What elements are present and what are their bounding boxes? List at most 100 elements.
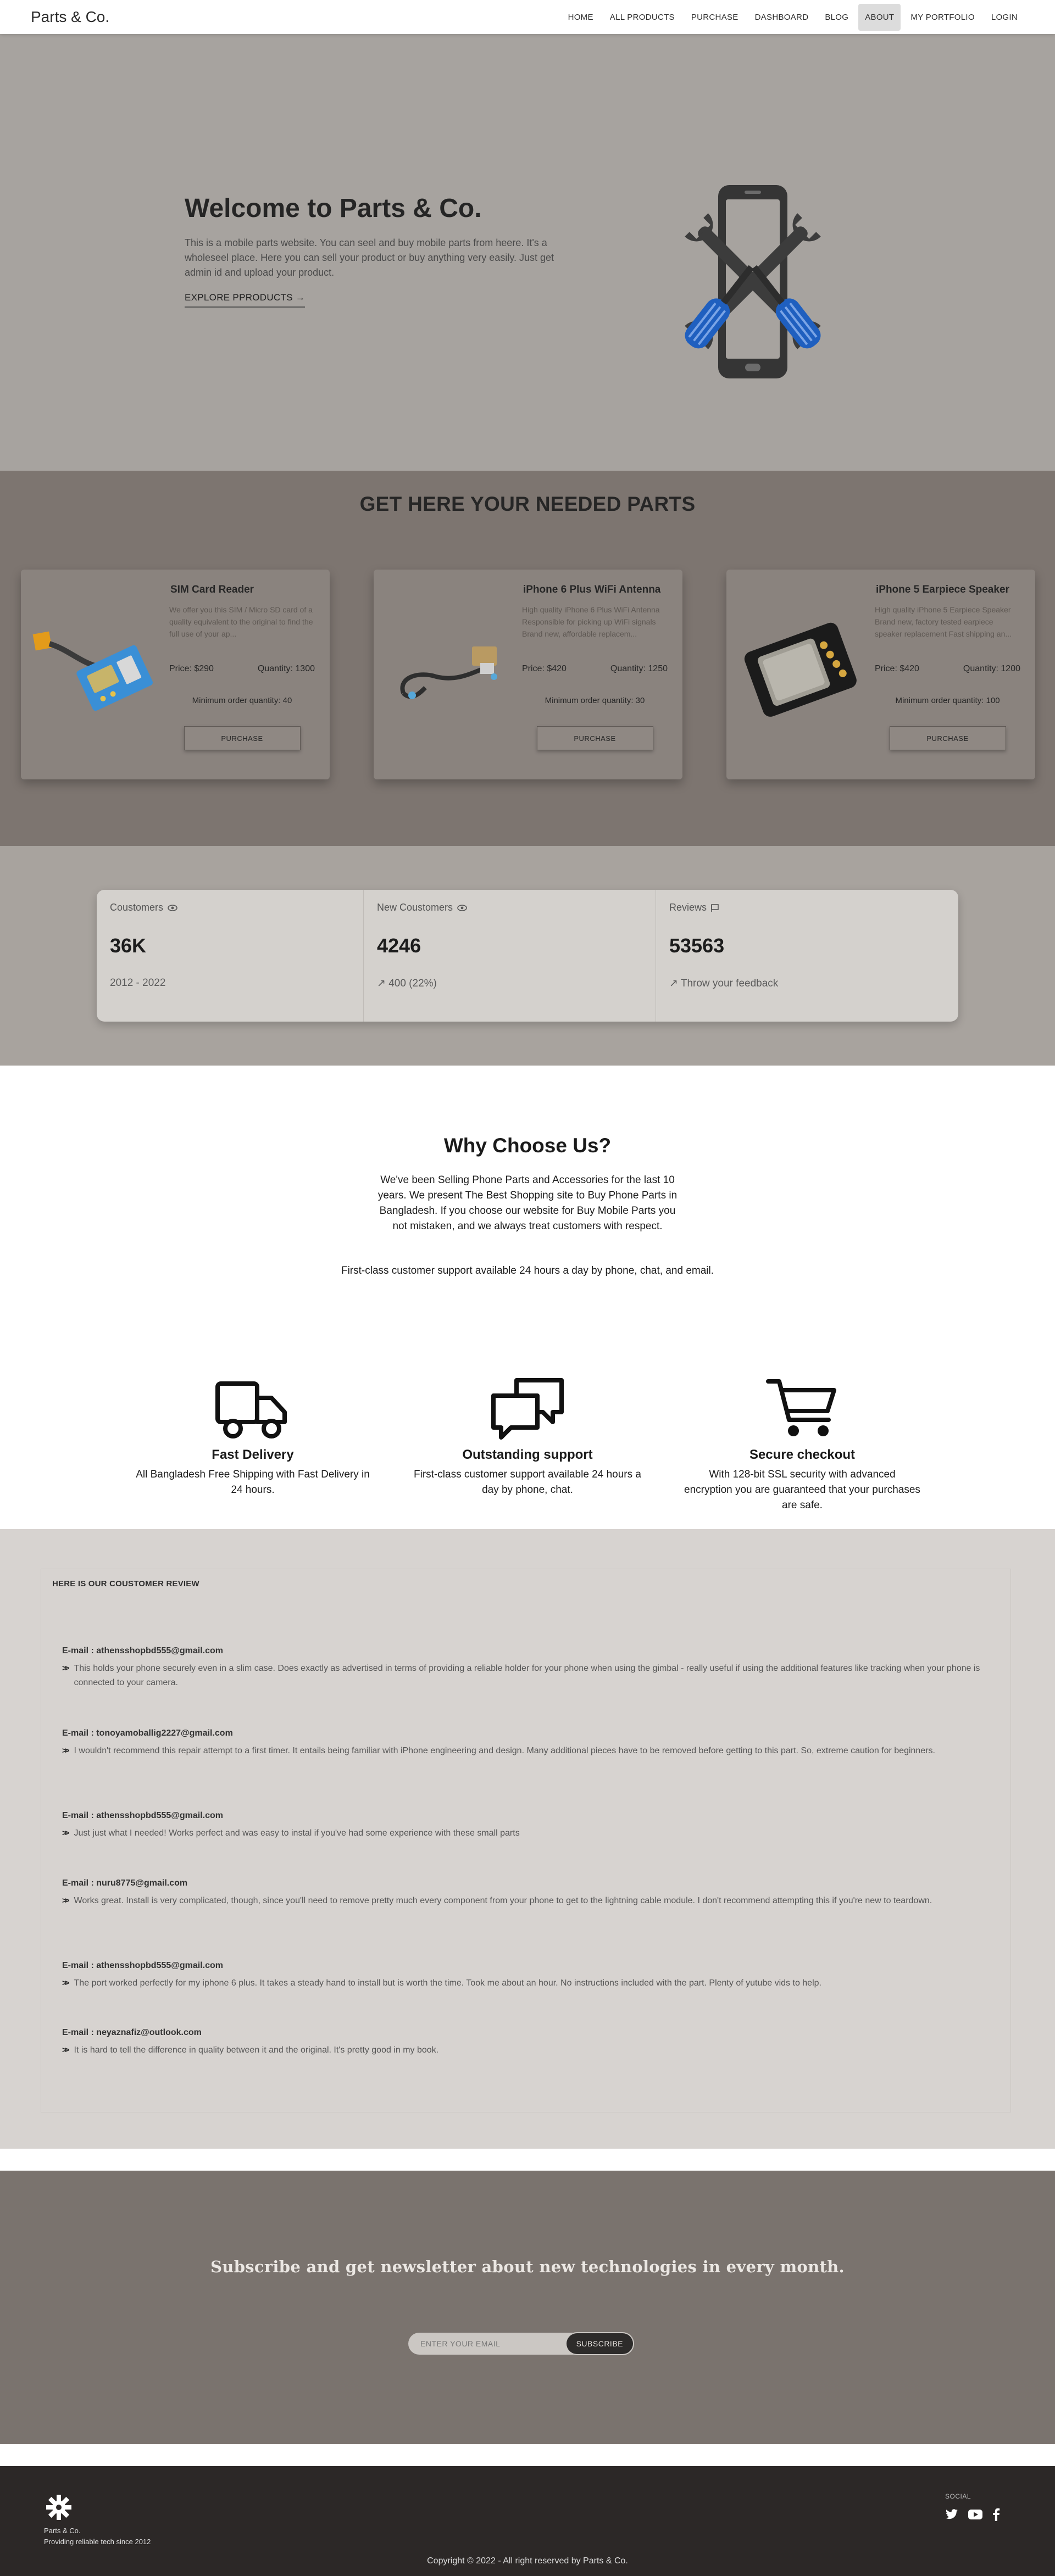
nav-about[interactable]: ABOUT: [858, 3, 901, 31]
feature-title: Outstanding support: [462, 1447, 593, 1462]
stat-value: 53563: [669, 934, 725, 957]
feature-title: Secure checkout: [749, 1447, 856, 1462]
features: Fast Delivery All Bangladesh Free Shippi…: [0, 1376, 1055, 1513]
footer-brand: Parts & Co. Providing reliable tech sinc…: [44, 2525, 151, 2547]
double-chevron-icon: >>: [62, 1664, 69, 1673]
navbar: Parts & Co. HOME ALL PRODUCTS PURCHASE D…: [0, 0, 1055, 34]
chat-icon: [491, 1378, 564, 1440]
product-name: iPhone 6 Plus WiFi Antenna: [523, 584, 661, 595]
review-body: >> The port worked perfectly for my iphon…: [62, 1976, 991, 1990]
purchase-button[interactable]: PURCHASE: [184, 726, 301, 750]
double-chevron-icon: >>: [62, 1978, 69, 1988]
reviews-box: HERE IS OUR COUSTOMER REVIEW E-mail : at…: [41, 1569, 1011, 2112]
product-description: High quality iPhone 6 Plus WiFi Antenna …: [522, 605, 660, 638]
explore-products-link[interactable]: EXPLORE PPRODUCTS →: [185, 292, 306, 308]
product-quantity: Quantity: 1200: [963, 664, 1020, 673]
subscribe-title: Subscribe and get newsletter about new t…: [210, 2257, 845, 2276]
product-min-order: Minimum order quantity: 40: [192, 696, 292, 705]
nav-purchase[interactable]: PURCHASE: [685, 4, 745, 31]
twitter-icon[interactable]: [945, 2509, 958, 2520]
stat-desc[interactable]: ↗ Throw your feedback: [669, 977, 945, 990]
review-body: >> I wouldn't recommend this repair attem…: [62, 1744, 991, 1758]
review-email: E-mail : athensshopbd555@gmail.com: [62, 1961, 223, 1970]
product-card-body: iPhone 6 Plus WiFi Antenna High quality …: [522, 584, 668, 750]
email-input[interactable]: [408, 2339, 567, 2348]
review-item: E-mail : neyaznafiz@outlook.com >> It is …: [62, 2028, 991, 2058]
earpiece-speaker-icon: [744, 622, 857, 717]
product-name: SIM Card Reader: [170, 584, 254, 595]
subscribe-button[interactable]: SUBSCRIBE: [566, 2333, 633, 2354]
hero-section: Welcome to Parts & Co. This is a mobile …: [0, 34, 1055, 471]
nav-home[interactable]: HOME: [562, 4, 600, 31]
review-text: I wouldn't recommend this repair attempt…: [74, 1746, 935, 1755]
sim-card-reader-icon: [32, 631, 153, 711]
product-card: SIM Card Reader We offer you this SIM / …: [21, 570, 330, 779]
section-gap: [0, 2149, 1055, 2171]
review-email: E-mail : nuru8775@gmail.com: [62, 1878, 188, 1888]
review-text: This holds your phone securely even in a…: [74, 1664, 980, 1687]
feature-outstanding-support: Outstanding support First-class customer…: [409, 1376, 646, 1513]
explore-label: EXPLORE PPRODUCTS: [185, 292, 293, 303]
nav-login[interactable]: LOGIN: [985, 4, 1024, 31]
main-nav: HOME ALL PRODUCTS PURCHASE DASHBOARD BLO…: [562, 3, 1024, 31]
phone-repair-tools-icon: [685, 185, 821, 378]
cart-icon: [766, 1379, 836, 1436]
product-meta: Price: $420 Quantity: 1250: [522, 664, 668, 674]
nav-all-products[interactable]: ALL PRODUCTS: [603, 4, 681, 31]
stat-label: Coustomers: [110, 902, 164, 913]
hero-description: This is a mobile parts website. You can …: [185, 237, 554, 278]
double-chevron-icon: >>: [62, 1828, 69, 1838]
youtube-icon[interactable]: [968, 2509, 982, 2520]
social-links: SOCIAL: [945, 2493, 1011, 2521]
nav-dashboard[interactable]: DASHBOARD: [748, 4, 815, 31]
review-item: E-mail : athensshopbd555@gmail.com >> Thi…: [62, 1646, 991, 1690]
double-chevron-icon: >>: [62, 1896, 69, 1905]
flag-icon: [711, 904, 719, 912]
footer-tagline: Providing reliable tech since 2012: [44, 2538, 151, 2546]
why-note: First-class customer support available 2…: [341, 1265, 714, 1276]
social-label: SOCIAL: [945, 2493, 971, 2500]
purchase-button[interactable]: PURCHASE: [536, 726, 653, 750]
review-text: Just just what I needed! Works perfect a…: [74, 1828, 520, 1838]
stat-value: 36K: [110, 934, 147, 957]
product-price: Price: $420: [522, 664, 567, 673]
review-body: >> This holds your phone securely even in…: [62, 1661, 991, 1690]
review-email: E-mail : neyaznafiz@outlook.com: [62, 2028, 202, 2037]
product-meta: Price: $290 Quantity: 1300: [169, 664, 315, 674]
social-icons: [945, 2508, 1011, 2521]
review-item: E-mail : athensshopbd555@gmail.com >> The…: [62, 1961, 991, 1990]
stat-value: 4246: [377, 934, 421, 957]
product-card: iPhone 6 Plus WiFi Antenna High quality …: [374, 570, 682, 779]
stat-reviews: Reviews 53563 ↗ Throw your feedback: [656, 890, 958, 1022]
truck-icon: [215, 1381, 287, 1438]
footer: Parts & Co. Providing reliable tech sinc…: [0, 2466, 1055, 2576]
facebook-icon[interactable]: [992, 2508, 1000, 2521]
feature-desc: First-class customer support available 2…: [414, 1469, 641, 1496]
stat-title: New Coustomers: [377, 902, 642, 913]
nav-my-portfolio[interactable]: MY PORTFOLIO: [904, 4, 981, 31]
purchase-button[interactable]: PURCHASE: [889, 726, 1006, 750]
hero-text: Welcome to Parts & Co. This is a mobile …: [185, 193, 558, 308]
footer-brand-name: Parts & Co.: [44, 2527, 81, 2535]
eye-icon: [457, 904, 467, 911]
review-body: >> It is hard to tell the difference in q…: [62, 2043, 991, 2058]
product-price: Price: $290: [169, 664, 214, 673]
stat-title: Reviews: [669, 902, 945, 913]
stat-desc: ↗ 400 (22%): [377, 978, 437, 989]
subscribe-section: Subscribe and get newsletter about new t…: [0, 2171, 1055, 2444]
brand-logo[interactable]: Parts & Co.: [31, 8, 109, 26]
review-item: E-mail : nuru8775@gmail.com >> Works grea…: [62, 1878, 991, 1908]
reviews-title: HERE IS OUR COUSTOMER REVIEW: [52, 1579, 199, 1588]
review-text: It is hard to tell the difference in qua…: [74, 2045, 439, 2055]
double-chevron-icon: >>: [62, 2045, 69, 2055]
review-text: Works great. Install is very complicated…: [74, 1896, 932, 1905]
product-quantity: Quantity: 1250: [610, 664, 668, 673]
product-card: iPhone 5 Earpiece Speaker High quality i…: [726, 570, 1035, 779]
nav-blog[interactable]: BLOG: [818, 4, 855, 31]
product-card-body: iPhone 5 Earpiece Speaker High quality i…: [875, 584, 1020, 750]
copyright: Copyright © 2022 - All right reserved by…: [427, 2556, 628, 2566]
product-min-order: Minimum order quantity: 30: [545, 696, 645, 705]
product-description: We offer you this SIM / Micro SD card of…: [169, 605, 313, 638]
stat-customers: Coustomers 36K 2012 - 2022: [97, 890, 364, 1022]
stats-panel: Coustomers 36K 2012 - 2022 New Coustomer…: [97, 890, 958, 1022]
